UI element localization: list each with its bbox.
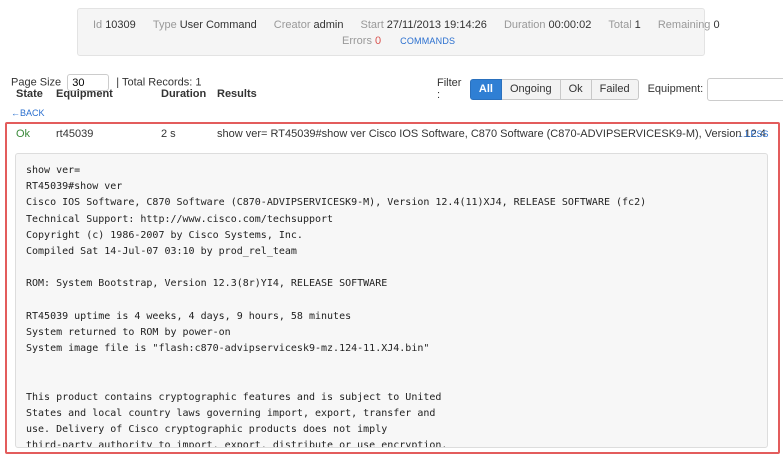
job-summary-row-2: Errors 0 COMMANDS [342, 35, 455, 47]
errors-label: Errors [342, 35, 372, 47]
duration-value: 00:00:02 [548, 19, 592, 31]
output-line: Compiled Sat 14-Jul-07 03:10 by prod_rel… [26, 246, 297, 258]
output-line: This product contains cryptographic feat… [26, 391, 442, 403]
start-value: 27/11/2013 19:14:26 [386, 19, 487, 31]
result-state: Ok [16, 128, 31, 140]
id-value: 10309 [105, 19, 136, 31]
filter-ongoing-button[interactable]: Ongoing [501, 78, 561, 100]
column-header-results[interactable]: Results [217, 88, 257, 100]
filter-all-button[interactable]: All [469, 78, 502, 100]
output-line: System returned to ROM by power-on [26, 327, 231, 338]
column-header-state[interactable]: State [16, 88, 43, 100]
duration-label: Duration [503, 19, 546, 31]
output-line: Cisco IOS Software, C870 Software (C870-… [26, 197, 647, 209]
equipment-filter-label: Equipment: [647, 83, 704, 95]
table-row[interactable]: Ok rt45039 2 s show ver= RT45039#show ve… [7, 124, 778, 144]
filter-label: Filter : [437, 77, 462, 101]
page-size-label: Page Size [11, 76, 62, 89]
back-link[interactable]: ←BACK [11, 108, 45, 118]
creator-value: admin [313, 19, 344, 31]
output-line: System image file is "flash:c870-advipse… [26, 343, 430, 355]
output-line: use. Delivery of Cisco cryptographic pro… [26, 424, 388, 436]
filter-bar: Filter : All Ongoing Ok Failed Equipment… [437, 77, 783, 101]
id-label: Id [93, 19, 103, 31]
output-line: Copyright (c) 1986-2007 by Cisco Systems… [26, 229, 303, 241]
result-duration: 2 s [161, 128, 176, 140]
type-label: Type [152, 19, 177, 31]
commands-link[interactable]: COMMANDS [400, 36, 455, 46]
start-label: Start [360, 19, 384, 31]
output-line: ROM: System Bootstrap, Version 12.3(8r)Y… [26, 278, 388, 290]
result-equipment: rt45039 [56, 128, 94, 140]
result-row-panel: Ok rt45039 2 s show ver= RT45039#show ve… [5, 122, 780, 454]
result-summary: show ver= RT45039#show ver Cisco IOS Sof… [217, 128, 766, 140]
column-header-duration[interactable]: Duration [161, 88, 206, 100]
total-value: 1 [634, 19, 641, 31]
remaining-label: Remaining [657, 19, 711, 31]
output-line: RT45039 uptime is 4 weeks, 4 days, 9 hou… [26, 310, 352, 322]
output-line: Technical Support: http://www.cisco.com/… [26, 213, 334, 225]
job-summary-panel: Id 10309 Type User Command Creator admin St… [77, 8, 720, 56]
total-records: | Total Records: 1 [116, 76, 202, 89]
remaining-value: 0 [713, 19, 720, 31]
creator-label: Creator [273, 19, 311, 31]
filter-failed-button[interactable]: Failed [591, 78, 639, 100]
errors-value: 0 [374, 35, 382, 47]
output-line: RT45039#show ver [26, 181, 123, 193]
command-output[interactable]: show ver= RT45039#show ver Cisco IOS Softw… [15, 153, 768, 448]
less-link[interactable]: ...LESS [738, 129, 769, 139]
total-label: Total [608, 19, 632, 31]
filter-ok-button[interactable]: Ok [560, 78, 592, 100]
output-line: third-party authority to import, export,… [26, 440, 448, 448]
filter-button-group: All Ongoing Ok Failed [469, 78, 639, 100]
type-value: User Command [179, 19, 257, 31]
column-header-equipment[interactable]: Equipment [56, 88, 113, 100]
output-line: show ver= [26, 165, 81, 176]
equipment-filter-input[interactable] [707, 77, 783, 101]
output-line: States and local country laws governing … [26, 407, 436, 419]
job-summary-row: Id 10309 Type User Command Creator admin St… [93, 19, 720, 31]
